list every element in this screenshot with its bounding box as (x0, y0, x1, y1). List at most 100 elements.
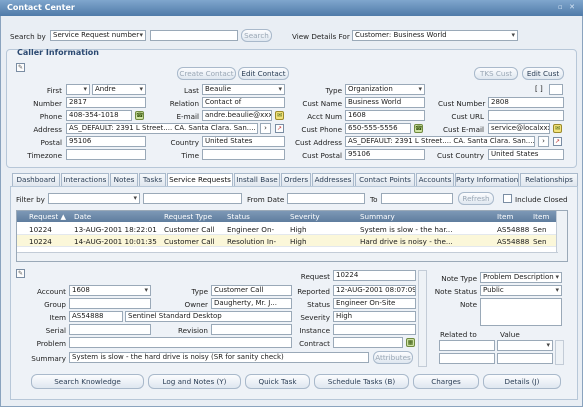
phone-icon[interactable]: ☎ (135, 111, 144, 120)
cust-email-icon[interactable]: ✉ (553, 124, 562, 133)
owner-field[interactable]: Daugherty, Mr. J... (211, 298, 292, 309)
contract-icon[interactable]: ▦ (406, 338, 415, 347)
contract-field[interactable] (333, 337, 403, 348)
schedule-tasks-button[interactable]: Schedule Tasks (B) (314, 374, 409, 389)
tks-cust-button[interactable]: TKS Cust (474, 67, 518, 80)
search-knowledge-button[interactable]: Search Knowledge (31, 374, 144, 389)
table-row[interactable]: 10224 14-AUG-2001 10:01:35 Customer Call… (17, 235, 557, 247)
last-name-field[interactable]: Beaulie (202, 84, 285, 95)
reported-date-field[interactable]: 12-AUG-2001 08:07:09 (333, 285, 416, 296)
party-type-select[interactable]: Organization (345, 84, 425, 95)
tab-install-base[interactable]: Install Base (234, 173, 280, 186)
address-lov-button[interactable]: › (260, 123, 271, 134)
item-field[interactable]: AS54888 (69, 311, 123, 322)
email-field[interactable]: andre.beaulie@xxx (202, 110, 272, 121)
first-prefix-select[interactable] (66, 84, 90, 95)
tab-tasks[interactable]: Tasks (139, 173, 166, 186)
cust-country-field[interactable]: United States (488, 149, 564, 160)
cust-email-field[interactable]: service@localxxx (488, 123, 550, 134)
email-icon[interactable]: ✉ (275, 111, 284, 120)
tab-notes[interactable]: Notes (110, 173, 138, 186)
create-contact-button[interactable]: Create Contact (177, 67, 236, 80)
contact-number-field[interactable]: 2817 (66, 97, 146, 108)
tab-service-requests[interactable]: Service Requests (167, 173, 233, 187)
tab-dashboard[interactable]: Dashboard (12, 173, 60, 186)
item-description-field[interactable]: Sentinel Standard Desktop (125, 311, 292, 322)
time-field[interactable] (202, 149, 285, 160)
tab-orders[interactable]: Orders (281, 173, 311, 186)
acct-num-field[interactable]: 1608 (345, 110, 425, 121)
postal-field[interactable]: 95106 (66, 136, 146, 147)
related-value-select-1[interactable] (497, 340, 553, 351)
col-summary[interactable]: Summary (360, 212, 395, 221)
tab-interactions[interactable]: Interactions (61, 173, 109, 186)
view-details-select[interactable]: Customer: Business World (352, 30, 518, 41)
include-closed-checkbox[interactable] (503, 194, 512, 203)
severity-field[interactable]: High (333, 311, 416, 322)
summary-field[interactable]: System is slow - the hard drive is noisy… (69, 352, 369, 363)
search-input[interactable] (150, 30, 238, 41)
col-status[interactable]: Status (227, 212, 250, 221)
search-button[interactable]: Search (241, 29, 272, 42)
detail-scrollbar[interactable] (418, 270, 427, 367)
search-by-select[interactable]: Service Request number (50, 30, 146, 41)
instance-field[interactable] (333, 324, 416, 335)
from-date-field[interactable] (287, 193, 365, 204)
cust-phone-field[interactable]: 650-555-5556 (345, 123, 411, 134)
cust-address-field[interactable]: AS_DEFAULT: 2391 L Street.... CA. Santa … (345, 136, 535, 147)
group-field[interactable] (69, 298, 151, 309)
col-date[interactable]: Date (74, 212, 91, 221)
edit-contact-button[interactable]: Edit Contact (238, 67, 289, 80)
sr-type-field[interactable]: Customer Call (211, 285, 292, 296)
tab-relationships[interactable]: Relationships (520, 173, 578, 186)
note-textarea[interactable] (480, 298, 562, 326)
cust-number-field[interactable]: 2808 (488, 97, 564, 108)
table-row[interactable]: 10224 13-AUG-2001 18:22:01 Customer Call… (17, 223, 557, 235)
to-date-field[interactable] (381, 193, 453, 204)
revision-field[interactable] (211, 324, 292, 335)
tab-addresses[interactable]: Addresses (312, 173, 354, 186)
status-field[interactable]: Engineer On-Site (333, 298, 416, 309)
cust-url-field[interactable] (488, 110, 564, 121)
details-button[interactable]: Details (J) (483, 374, 561, 389)
notes-icon[interactable]: ✎ (16, 63, 25, 72)
note-status-select[interactable]: Public (480, 285, 562, 296)
relation-field[interactable]: Contact of (202, 97, 285, 108)
phone-field[interactable]: 408-354-1018 (66, 110, 132, 121)
col-request[interactable]: Request ▲ (29, 212, 66, 221)
related-scrollbar[interactable] (555, 340, 564, 365)
table-horizontal-scrollbar[interactable] (17, 252, 558, 261)
serial-field[interactable] (69, 324, 151, 335)
window-controls[interactable]: ▫ ✕ (558, 3, 577, 11)
quick-task-button[interactable]: Quick Task (245, 374, 310, 389)
cust-address-lov-button[interactable]: › (538, 136, 549, 147)
filter-value-field[interactable] (143, 193, 242, 204)
col-item-desc[interactable]: Item (533, 212, 549, 221)
tab-accounts[interactable]: Accounts (416, 173, 454, 186)
cust-phone-icon[interactable]: ☎ (414, 124, 423, 133)
related-to-field-2[interactable] (439, 353, 495, 364)
tab-contact-points[interactable]: Contact Points (355, 173, 415, 186)
charges-button[interactable]: Charges (413, 374, 479, 389)
refresh-button[interactable]: Refresh (458, 192, 494, 205)
note-type-select[interactable]: Problem Description (480, 272, 562, 283)
cust-postal-field[interactable]: 95106 (345, 149, 425, 160)
related-to-field-1[interactable] (439, 340, 495, 351)
address-map-icon[interactable]: ↗ (275, 124, 284, 133)
request-number-field[interactable]: 10224 (333, 270, 416, 281)
account-select[interactable]: 1608 (69, 285, 151, 296)
attributes-button[interactable]: Attributes (373, 351, 413, 364)
col-item[interactable]: Item (497, 212, 513, 221)
timezone-field[interactable] (66, 149, 146, 160)
address-field[interactable]: AS_DEFAULT: 2391 L Street.... CA. Santa … (66, 123, 258, 134)
related-value-field-2[interactable] (497, 353, 553, 364)
cust-name-field[interactable]: Business World (345, 97, 425, 108)
log-and-notes-button[interactable]: Log and Notes (Y) (148, 374, 241, 389)
detail-notes-icon[interactable]: ✎ (16, 269, 25, 278)
small-field[interactable] (549, 84, 563, 95)
problem-field[interactable] (69, 337, 292, 348)
col-severity[interactable]: Severity (290, 212, 320, 221)
edit-cust-button[interactable]: Edit Cust (522, 67, 564, 80)
filter-by-select[interactable] (48, 193, 140, 204)
tab-party-information[interactable]: Party Information (455, 173, 519, 186)
